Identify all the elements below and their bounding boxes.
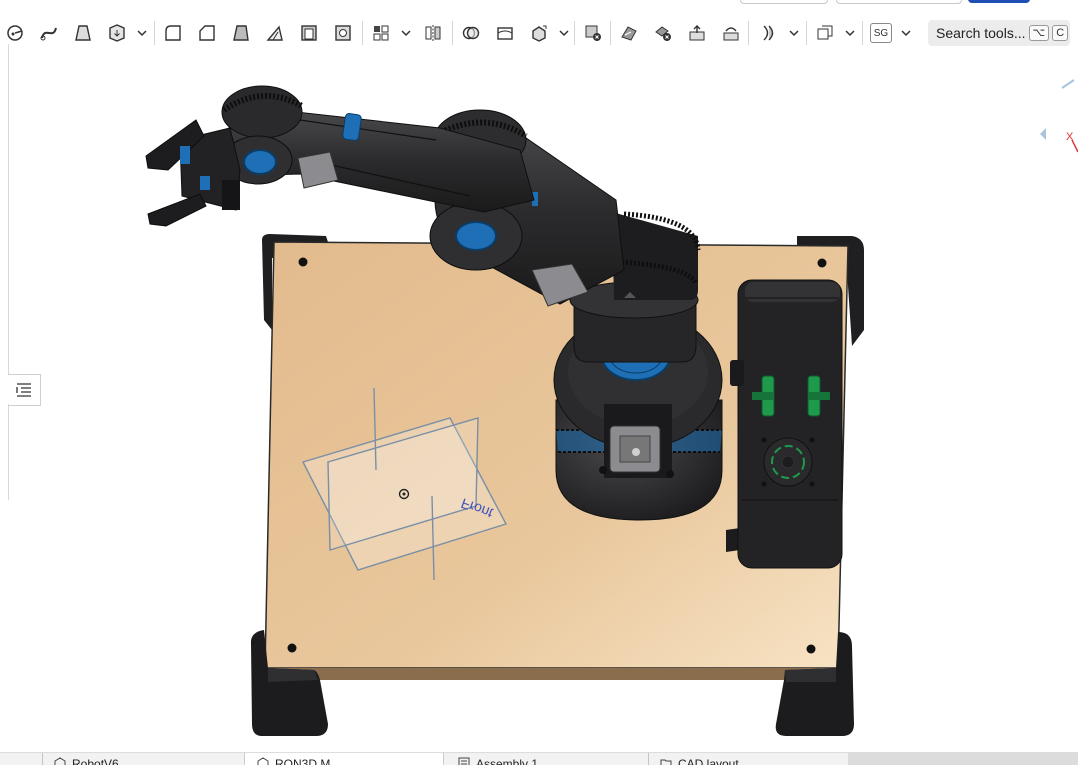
screw-hole — [298, 257, 308, 267]
robot-forearm — [221, 85, 535, 213]
shell-icon[interactable] — [296, 20, 322, 46]
sheet-metal-icon[interactable] — [812, 20, 838, 46]
offset-surface-icon[interactable] — [756, 20, 782, 46]
rib-icon[interactable] — [262, 20, 288, 46]
tab-bar-filler — [848, 753, 1078, 765]
tab-divider — [648, 753, 649, 765]
tab-label: RON3D M... — [275, 757, 341, 765]
screw-hole — [817, 258, 827, 268]
feature-toolbar: SG Search tools... ⌥ C — [0, 8, 1078, 46]
shortcut-key-c: C — [1052, 25, 1069, 41]
tab-assembly-1[interactable]: Assembly 1 — [458, 753, 644, 765]
mirror-icon[interactable] — [420, 20, 446, 46]
toolbar-divider — [862, 21, 863, 45]
x-axis-label: X — [1066, 131, 1074, 143]
sweep-icon[interactable] — [36, 20, 62, 46]
search-tools-button[interactable]: Search tools... ⌥ C — [928, 20, 1070, 46]
delete-part-icon[interactable] — [580, 20, 606, 46]
sg-label: SG — [873, 27, 889, 39]
transform-icon[interactable] — [526, 20, 552, 46]
shortcut-key-alt: ⌥ — [1028, 25, 1050, 41]
loft-icon[interactable] — [70, 20, 96, 46]
tab-divider — [42, 753, 43, 765]
top-primary-button[interactable] — [968, 0, 1030, 3]
tab-robotv6[interactable]: RobotV6 — [54, 753, 240, 765]
electronics-enclosure — [726, 279, 843, 569]
view-cube[interactable]: X — [1040, 79, 1078, 153]
tab-label: Assembly 1 — [476, 757, 539, 765]
chevron-down-icon[interactable] — [900, 22, 912, 44]
pattern-icon[interactable] — [368, 20, 394, 46]
fillet-icon[interactable] — [160, 20, 186, 46]
move-face-icon[interactable] — [684, 20, 710, 46]
chevron-down-icon[interactable] — [558, 22, 570, 44]
document-tabs-bar: RobotV6 RON3D M... Assembly 1 CAD layout — [0, 752, 1078, 765]
toolbar-divider — [452, 21, 453, 45]
top-button-2[interactable] — [836, 0, 962, 4]
toolbar-divider — [574, 21, 575, 45]
tab-label: RobotV6 — [72, 757, 119, 765]
toolbar-divider — [362, 21, 363, 45]
toolbar-divider — [748, 21, 749, 45]
chevron-down-icon[interactable] — [400, 22, 412, 44]
toolbar-divider — [610, 21, 611, 45]
draft-icon[interactable] — [228, 20, 254, 46]
graphics-viewport[interactable]: Front X — [9, 44, 1078, 752]
sketch-arc-icon[interactable] — [2, 20, 28, 46]
hole-icon[interactable] — [330, 20, 356, 46]
left-panel-edge — [0, 44, 9, 374]
split-icon[interactable] — [492, 20, 518, 46]
sg-icon[interactable]: SG — [870, 23, 892, 43]
top-button-1[interactable] — [740, 0, 828, 4]
chevron-down-icon[interactable] — [788, 22, 800, 44]
thicken-icon[interactable] — [104, 20, 130, 46]
search-tools-label: Search tools... — [936, 25, 1026, 41]
tab-cad-layout[interactable]: CAD layout — [660, 753, 846, 765]
modify-fillet-icon[interactable] — [616, 20, 642, 46]
screw-hole — [806, 644, 816, 654]
chamfer-icon[interactable] — [194, 20, 220, 46]
robot-gripper — [145, 119, 241, 227]
baseplate-edge — [265, 668, 838, 680]
left-panel-edge — [0, 404, 9, 500]
chevron-down-icon[interactable] — [844, 22, 856, 44]
replace-face-icon[interactable] — [718, 20, 744, 46]
delete-face-icon[interactable] — [650, 20, 676, 46]
toolbar-divider — [806, 21, 807, 45]
tab-ron3d[interactable]: RON3D M... — [244, 753, 444, 765]
chevron-down-icon[interactable] — [136, 22, 148, 44]
toolbar-divider — [154, 21, 155, 45]
screw-hole — [287, 643, 297, 653]
tab-label: CAD layout — [678, 757, 739, 765]
boolean-icon[interactable] — [458, 20, 484, 46]
